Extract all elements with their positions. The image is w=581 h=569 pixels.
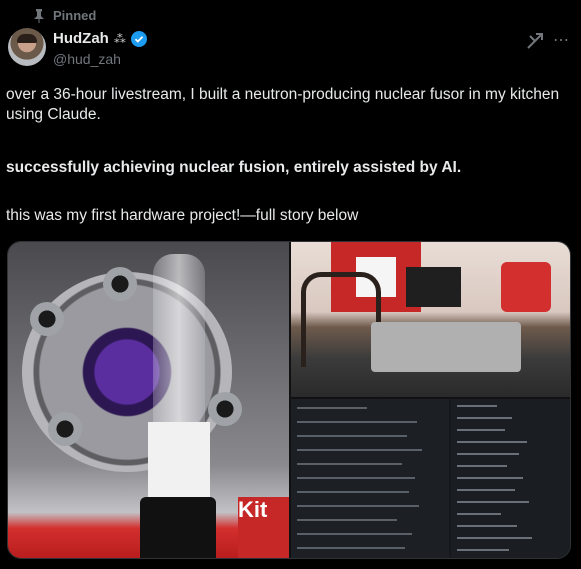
- author-name-row[interactable]: HudZah ⁂: [53, 30, 147, 47]
- bolt: [208, 392, 242, 426]
- bolt: [30, 302, 64, 336]
- chair: [301, 272, 381, 367]
- more-icon[interactable]: ⋯: [553, 30, 570, 50]
- media-grid[interactable]: Kit: [7, 241, 571, 559]
- bolt: [103, 267, 137, 301]
- name-emoji: ⁂: [113, 31, 126, 46]
- pin-icon: [34, 8, 44, 23]
- avatar[interactable]: [8, 28, 46, 66]
- photo-kitchen-setup[interactable]: [291, 242, 570, 397]
- document-pane: [291, 399, 449, 558]
- bolt: [48, 412, 82, 446]
- display-name[interactable]: HudZah: [53, 30, 109, 47]
- tweet-text-line3: this was my first hardware project!—full…: [6, 207, 359, 224]
- verified-badge-icon: [130, 30, 147, 47]
- grok-icon[interactable]: [526, 32, 544, 50]
- file-list-pane: [451, 399, 570, 558]
- fusor-rig: [371, 322, 521, 372]
- pinned-indicator: Pinned: [33, 8, 96, 23]
- vacuum-pump: [501, 262, 551, 312]
- tube-cap: [140, 497, 216, 558]
- power-supply: [406, 267, 461, 307]
- photo-screenshot[interactable]: [291, 399, 570, 558]
- tweet-text-line1: over a 36-hour livestream, I built a neu…: [6, 86, 560, 123]
- tweet-text-line2: successfully achieving nuclear fusion, e…: [6, 159, 462, 176]
- pinned-label: Pinned: [53, 8, 97, 23]
- tube-label: [148, 422, 210, 502]
- candy-wrapper: Kit: [238, 497, 289, 558]
- photo-fusor-viewport[interactable]: Kit: [8, 242, 289, 558]
- candy-label: Kit: [238, 497, 268, 522]
- author-handle[interactable]: @hud_zah: [53, 51, 121, 67]
